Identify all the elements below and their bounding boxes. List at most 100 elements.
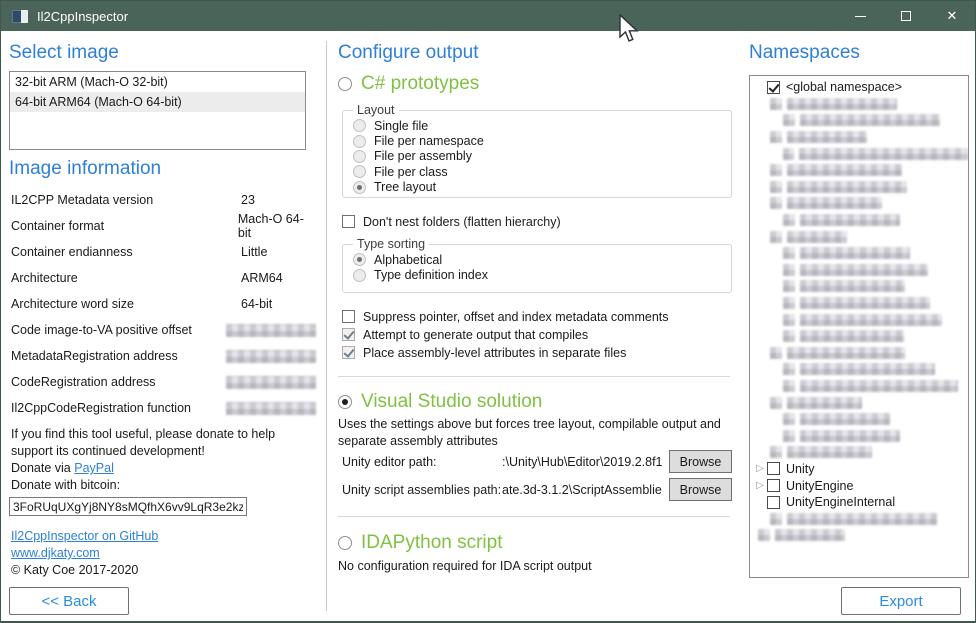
idapython-option[interactable]: IDAPython script bbox=[338, 532, 503, 554]
file-per-assembly-radio[interactable] bbox=[353, 150, 366, 163]
compilable-output-checkbox[interactable] bbox=[342, 328, 355, 341]
browse-editor-button[interactable]: Browse bbox=[669, 450, 732, 473]
namespace-item-redacted[interactable] bbox=[750, 510, 968, 527]
namespace-item-redacted[interactable] bbox=[750, 228, 968, 245]
namespace-item-redacted[interactable] bbox=[750, 295, 968, 312]
alphabetical-radio[interactable] bbox=[353, 253, 366, 266]
main-content: Select image 32-bit ARM (Mach-O 32-bit) … bbox=[1, 31, 975, 621]
redacted-checkbox bbox=[783, 380, 795, 392]
global-namespace-checkbox[interactable] bbox=[767, 81, 780, 94]
type-sorting-group: Type sorting Alphabetical Type definitio… bbox=[342, 237, 732, 293]
layout-option[interactable]: File per class bbox=[353, 164, 723, 179]
type-definition-index-radio[interactable] bbox=[353, 269, 366, 282]
namespace-item-redacted[interactable] bbox=[750, 96, 968, 113]
file-per-class-radio[interactable] bbox=[353, 165, 366, 178]
namespace-item-redacted[interactable] bbox=[750, 345, 968, 362]
single-file-radio[interactable] bbox=[353, 119, 366, 132]
redacted-checkbox bbox=[783, 264, 795, 276]
namespace-item-redacted[interactable] bbox=[750, 394, 968, 411]
expander-icon[interactable]: ▷ bbox=[753, 480, 767, 491]
github-link[interactable]: Il2CppInspector on GitHub bbox=[11, 529, 158, 543]
namespace-item-redacted[interactable] bbox=[750, 378, 968, 395]
redacted-checkbox bbox=[770, 197, 782, 209]
separate-attributes-checkbox[interactable] bbox=[342, 346, 355, 359]
browse-script-button[interactable]: Browse bbox=[669, 478, 732, 501]
layout-option[interactable]: File per namespace bbox=[353, 133, 723, 148]
type-sorting-group-label: Type sorting bbox=[353, 237, 429, 251]
image-list-item-selected[interactable]: 64-bit ARM64 (Mach-O 64-bit) bbox=[10, 92, 305, 112]
maximize-button[interactable] bbox=[883, 1, 929, 31]
unityengine-checkbox[interactable] bbox=[767, 479, 780, 492]
namespace-item-redacted[interactable] bbox=[750, 162, 968, 179]
namespace-item-unity[interactable]: ▷ Unity bbox=[750, 461, 968, 478]
namespace-item-unityengineinternal[interactable]: UnityEngineInternal bbox=[750, 494, 968, 511]
expander-icon[interactable]: ▷ bbox=[753, 463, 767, 474]
namespace-item-redacted[interactable] bbox=[750, 361, 968, 378]
flatten-hierarchy-checkbox[interactable] bbox=[342, 215, 355, 228]
file-per-namespace-radio[interactable] bbox=[353, 135, 366, 148]
visual-studio-radio[interactable] bbox=[338, 395, 352, 409]
redacted-namespace-label bbox=[787, 164, 902, 176]
unity-script-path-value[interactable]: ate.3d-3.1.2\ScriptAssemblies bbox=[502, 483, 662, 497]
sorting-option[interactable]: Type definition index bbox=[353, 267, 723, 282]
flatten-hierarchy-option[interactable]: Don't nest folders (flatten hierarchy) bbox=[342, 214, 561, 229]
namespace-item-redacted[interactable] bbox=[750, 112, 968, 129]
namespace-item-redacted[interactable] bbox=[750, 527, 968, 544]
unity-script-path-row: Unity script assemblies path: ate.3d-3.1… bbox=[342, 478, 732, 501]
namespace-item-redacted[interactable] bbox=[750, 145, 968, 162]
website-link[interactable]: www.djkaty.com bbox=[11, 546, 100, 560]
suppress-comments-checkbox[interactable] bbox=[342, 310, 355, 323]
unityengineinternal-checkbox[interactable] bbox=[767, 496, 780, 509]
redacted-checkbox bbox=[783, 247, 795, 259]
back-button[interactable]: << Back bbox=[9, 587, 129, 615]
suppress-comments-option[interactable]: Suppress pointer, offset and index metad… bbox=[342, 309, 669, 324]
close-button[interactable]: ✕ bbox=[929, 1, 975, 31]
info-value: ARM64 bbox=[241, 271, 283, 285]
minimize-button[interactable] bbox=[837, 1, 883, 31]
minimize-icon bbox=[855, 16, 866, 17]
layout-group: Layout Single file File per namespace Fi… bbox=[342, 103, 732, 198]
idapython-radio[interactable] bbox=[338, 536, 352, 550]
info-label: Architecture word size bbox=[11, 297, 241, 311]
sorting-option[interactable]: Alphabetical bbox=[353, 252, 723, 267]
tree-layout-radio[interactable] bbox=[353, 181, 366, 194]
namespace-item-redacted[interactable] bbox=[750, 212, 968, 229]
csharp-prototypes-option[interactable]: C# prototypes bbox=[338, 73, 479, 95]
namespace-item-redacted[interactable] bbox=[750, 179, 968, 196]
paypal-link[interactable]: PayPal bbox=[74, 461, 114, 475]
namespace-item-redacted[interactable] bbox=[750, 427, 968, 444]
unity-editor-path-row: Unity editor path: :\Unity\Hub\Editor\20… bbox=[342, 450, 732, 473]
redacted-value bbox=[226, 324, 316, 337]
unity-checkbox[interactable] bbox=[767, 462, 780, 475]
layout-option[interactable]: File per assembly bbox=[353, 149, 723, 164]
option-label: Tree layout bbox=[374, 180, 436, 194]
redacted-checkbox bbox=[770, 513, 782, 525]
redacted-checkbox bbox=[783, 413, 795, 425]
export-button[interactable]: Export bbox=[841, 587, 961, 615]
separate-attributes-option[interactable]: Place assembly-level attributes in separ… bbox=[342, 345, 626, 360]
layout-option[interactable]: Single file bbox=[353, 118, 723, 133]
namespace-item-redacted[interactable] bbox=[750, 195, 968, 212]
csharp-prototypes-radio[interactable] bbox=[338, 77, 352, 91]
layout-option[interactable]: Tree layout bbox=[353, 180, 723, 195]
namespace-item-redacted[interactable] bbox=[750, 262, 968, 279]
visual-studio-option[interactable]: Visual Studio solution bbox=[338, 391, 542, 413]
redacted-value bbox=[226, 376, 316, 389]
bitcoin-address-input[interactable] bbox=[9, 497, 247, 516]
namespace-item-redacted[interactable] bbox=[750, 311, 968, 328]
namespace-item-redacted[interactable] bbox=[750, 411, 968, 428]
namespace-item-redacted[interactable] bbox=[750, 328, 968, 345]
namespace-item-global[interactable]: <global namespace> bbox=[750, 79, 968, 96]
column-separator bbox=[326, 41, 327, 611]
configure-panel: Configure output C# prototypes Layout Si… bbox=[338, 31, 734, 621]
image-list-item[interactable]: 32-bit ARM (Mach-O 32-bit) bbox=[10, 72, 305, 92]
namespace-item-redacted[interactable] bbox=[750, 129, 968, 146]
compilable-output-option[interactable]: Attempt to generate output that compiles bbox=[342, 327, 588, 342]
namespace-item-redacted[interactable] bbox=[750, 245, 968, 262]
namespace-item-redacted[interactable] bbox=[750, 278, 968, 295]
namespaces-header: Namespaces bbox=[749, 42, 860, 64]
namespace-item-unityengine[interactable]: ▷ UnityEngine bbox=[750, 477, 968, 494]
namespace-item-redacted[interactable] bbox=[750, 444, 968, 461]
unity-editor-path-value[interactable]: :\Unity\Hub\Editor\2019.2.8f1 bbox=[502, 455, 662, 469]
info-value: 23 bbox=[241, 193, 255, 207]
